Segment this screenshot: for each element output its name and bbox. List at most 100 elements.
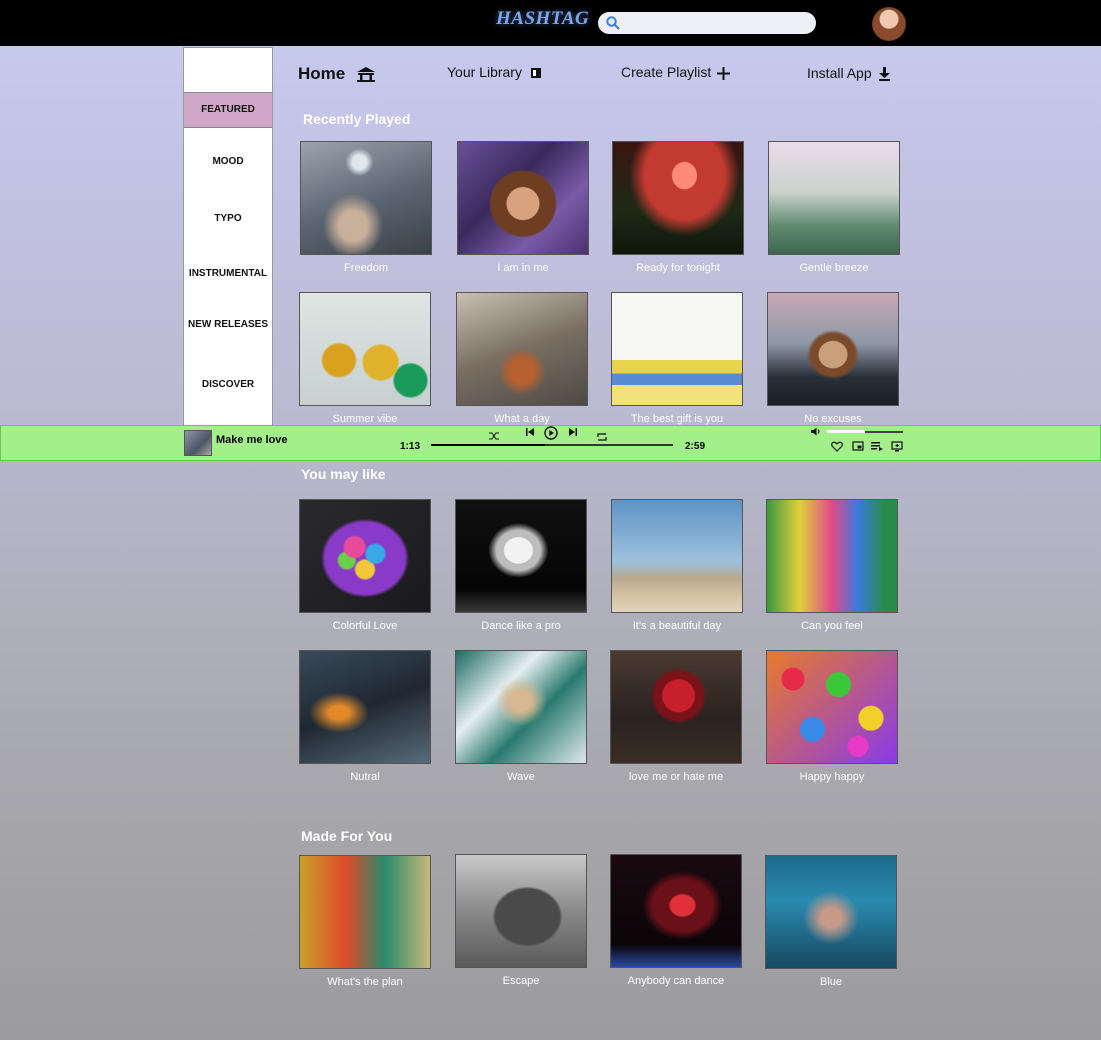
card-no-excuses[interactable]: No excuses bbox=[767, 292, 899, 425]
library-icon bbox=[530, 68, 541, 78]
card-label: Escape bbox=[502, 975, 540, 987]
card-beautiful-day[interactable]: It's a beautiful day bbox=[611, 499, 743, 632]
home-icon bbox=[357, 67, 376, 82]
sidebar-item-discover[interactable]: DISCOVER bbox=[184, 379, 272, 390]
card-label: I am in me bbox=[497, 262, 549, 274]
now-playing-thumbnail[interactable] bbox=[184, 430, 212, 456]
card-image bbox=[455, 499, 587, 613]
shuffle-icon[interactable] bbox=[489, 432, 499, 440]
card-label: Anybody can dance bbox=[627, 975, 725, 987]
card-image bbox=[611, 292, 743, 406]
card-image bbox=[766, 650, 898, 764]
card-image bbox=[299, 650, 431, 764]
volume-level[interactable] bbox=[827, 430, 865, 433]
nav-create-playlist-label: Create Playlist bbox=[621, 64, 712, 80]
next-icon[interactable] bbox=[568, 428, 578, 436]
search-bar[interactable] bbox=[598, 12, 816, 34]
card-image bbox=[611, 499, 743, 613]
nav-library-label: Your Library bbox=[447, 64, 522, 80]
card-image bbox=[768, 141, 900, 255]
card-image bbox=[456, 292, 588, 406]
sidebar: FEATURED MOOD TYPO INSTRUMENTAL NEW RELE… bbox=[183, 47, 273, 460]
card-label: Summer vibe bbox=[332, 413, 398, 425]
card-blue[interactable]: Blue bbox=[765, 855, 897, 988]
search-input[interactable] bbox=[626, 14, 810, 34]
nav-install-app-label: Install App bbox=[807, 64, 872, 81]
card-label: Dance like a pro bbox=[481, 620, 561, 632]
queue-icon[interactable] bbox=[871, 440, 883, 452]
card-dance-like-a-pro[interactable]: Dance like a pro bbox=[455, 499, 587, 632]
now-playing-title[interactable]: Make me love bbox=[216, 434, 288, 446]
card-label: It's a beautiful day bbox=[632, 620, 722, 632]
duration-time: 2:59 bbox=[685, 441, 706, 452]
card-image bbox=[299, 499, 431, 613]
card-colorful-love[interactable]: Colorful Love bbox=[299, 499, 431, 632]
previous-icon[interactable] bbox=[525, 428, 535, 436]
card-whats-the-plan[interactable]: What's the plan bbox=[299, 855, 431, 988]
heart-icon[interactable] bbox=[831, 440, 843, 452]
card-gentle-breeze[interactable]: Gentle breeze bbox=[768, 141, 900, 274]
card-what-a-day[interactable]: What a day bbox=[456, 292, 588, 425]
card-label: Blue bbox=[819, 976, 843, 988]
devices-icon[interactable] bbox=[891, 440, 903, 452]
card-image bbox=[299, 292, 431, 406]
card-label: Ready for tonight bbox=[636, 262, 720, 274]
card-image bbox=[300, 141, 432, 255]
sidebar-item-instrumental[interactable]: INSTRUMENTAL bbox=[184, 268, 272, 279]
section-title-recently-played: Recently Played bbox=[303, 111, 411, 127]
progress-track[interactable] bbox=[431, 444, 673, 446]
card-image bbox=[457, 141, 589, 255]
volume-icon[interactable] bbox=[811, 427, 822, 436]
play-icon[interactable] bbox=[544, 426, 558, 440]
card-anybody-can-dance[interactable]: Anybody can dance bbox=[610, 854, 742, 987]
card-label: Nutral bbox=[350, 771, 380, 783]
card-image bbox=[767, 292, 899, 406]
card-nutral[interactable]: Nutral bbox=[299, 650, 431, 783]
card-label: The best gift is you bbox=[630, 413, 724, 425]
progress-fill bbox=[431, 444, 545, 446]
card-love-me-or-hate-me[interactable]: love me or hate me bbox=[610, 650, 742, 783]
nav-create-playlist[interactable]: Create Playlist bbox=[621, 64, 731, 80]
repeat-icon[interactable] bbox=[597, 433, 607, 441]
card-label: Happy happy bbox=[799, 771, 865, 783]
card-ready-for-tonight[interactable]: Ready for tonight bbox=[612, 141, 744, 274]
card-can-you-feel[interactable]: Can you feel bbox=[766, 499, 898, 632]
card-image bbox=[299, 855, 431, 969]
card-image bbox=[455, 650, 587, 764]
avatar[interactable] bbox=[872, 7, 906, 41]
card-i-am-in-me[interactable]: I am in me bbox=[457, 141, 589, 274]
card-label: Can you feel bbox=[801, 620, 863, 632]
section-title-you-may-like: You may like bbox=[301, 466, 386, 482]
card-happy-happy[interactable]: Happy happy bbox=[766, 650, 898, 783]
nav-install-app[interactable]: Install App bbox=[807, 64, 891, 81]
sidebar-item-mood[interactable]: MOOD bbox=[184, 156, 272, 167]
card-label: Colorful Love bbox=[332, 620, 398, 632]
card-wave[interactable]: Wave bbox=[455, 650, 587, 783]
download-icon bbox=[878, 67, 890, 81]
search-icon[interactable] bbox=[605, 15, 621, 31]
mini-player-icon[interactable] bbox=[852, 440, 864, 452]
card-image bbox=[455, 854, 587, 968]
section-title-made-for-you: Made For You bbox=[301, 828, 393, 844]
sidebar-item-new-releases[interactable]: NEW RELEASES bbox=[184, 319, 272, 330]
card-best-gift[interactable]: The best gift is you bbox=[611, 292, 743, 425]
card-image bbox=[765, 855, 897, 969]
player-bar: Make me love 1:13 2:59 bbox=[0, 425, 1101, 461]
card-escape[interactable]: Escape bbox=[455, 854, 587, 987]
card-image bbox=[610, 854, 742, 968]
card-label: love me or hate me bbox=[628, 771, 724, 783]
card-image bbox=[766, 499, 898, 613]
top-bar: HASHTAG bbox=[0, 0, 1101, 46]
nav-library[interactable]: Your Library bbox=[447, 64, 542, 80]
card-freedom[interactable]: Freedom bbox=[300, 141, 432, 274]
card-label: Gentle breeze bbox=[799, 262, 869, 274]
logo[interactable]: HASHTAG bbox=[496, 8, 589, 30]
sidebar-item-featured[interactable]: FEATURED bbox=[184, 92, 272, 128]
sidebar-item-typo[interactable]: TYPO bbox=[184, 213, 272, 224]
card-summer-vibe[interactable]: Summer vibe bbox=[299, 292, 431, 425]
nav-home[interactable]: Home bbox=[298, 64, 377, 84]
plus-icon bbox=[717, 66, 731, 80]
card-label: Freedom bbox=[343, 262, 389, 274]
nav-home-label: Home bbox=[298, 64, 346, 83]
card-image bbox=[610, 650, 742, 764]
